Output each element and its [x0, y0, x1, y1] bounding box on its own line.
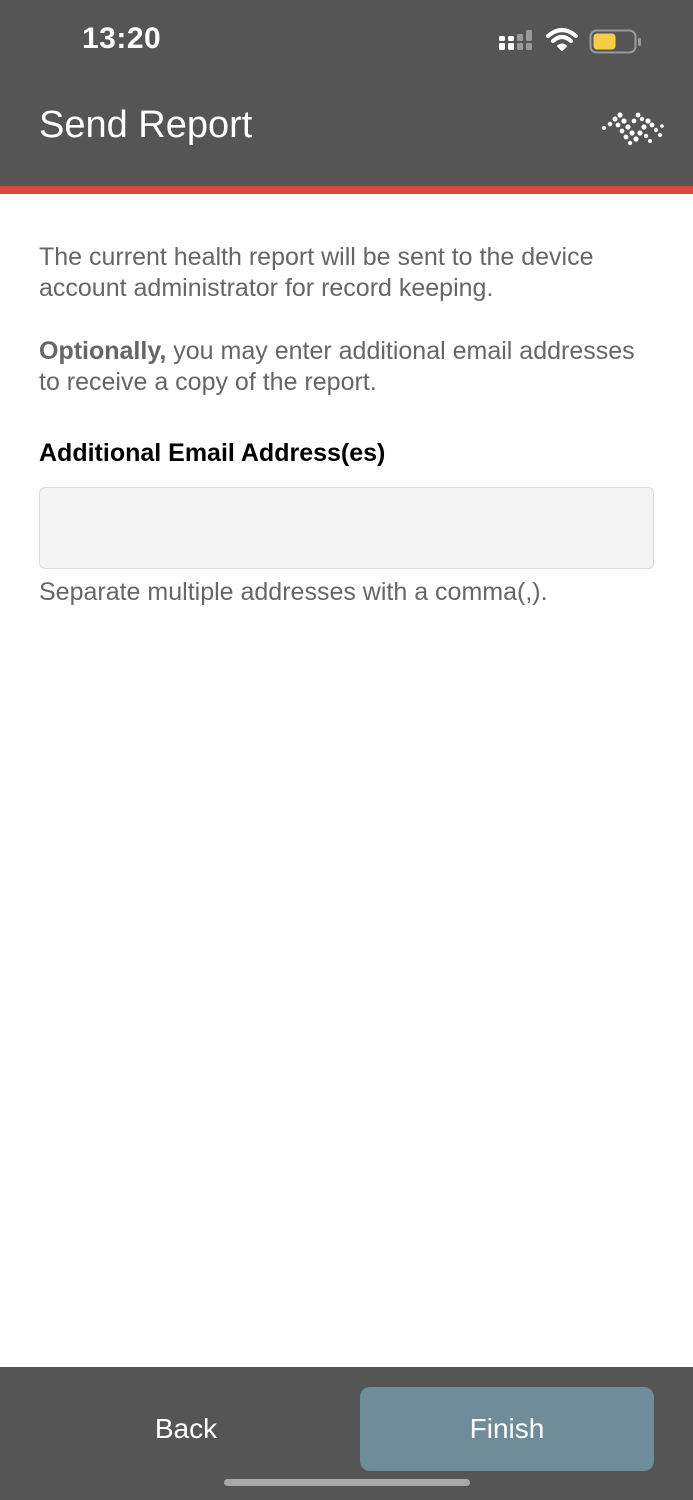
header-accent-bar: [0, 186, 693, 194]
signal-icon: [498, 30, 534, 59]
brand-logo-icon: [600, 110, 666, 153]
additional-email-input[interactable]: [39, 487, 654, 569]
back-button[interactable]: Back: [60, 1387, 312, 1471]
email-field-label: Additional Email Address(es): [39, 439, 386, 467]
finish-button[interactable]: Finish: [360, 1387, 654, 1471]
optional-text: Optionally, you may enter additional ema…: [39, 336, 659, 398]
home-indicator: [224, 1479, 470, 1486]
email-help-text: Separate multiple addresses with a comma…: [39, 578, 548, 606]
battery-icon: [589, 29, 643, 60]
status-time: 13:20: [82, 22, 162, 55]
intro-text: The current health report will be sent t…: [39, 243, 594, 302]
page-title: Send Report: [39, 104, 253, 146]
optional-bold-text: Optionally,: [39, 337, 167, 365]
wifi-icon: [546, 27, 578, 58]
